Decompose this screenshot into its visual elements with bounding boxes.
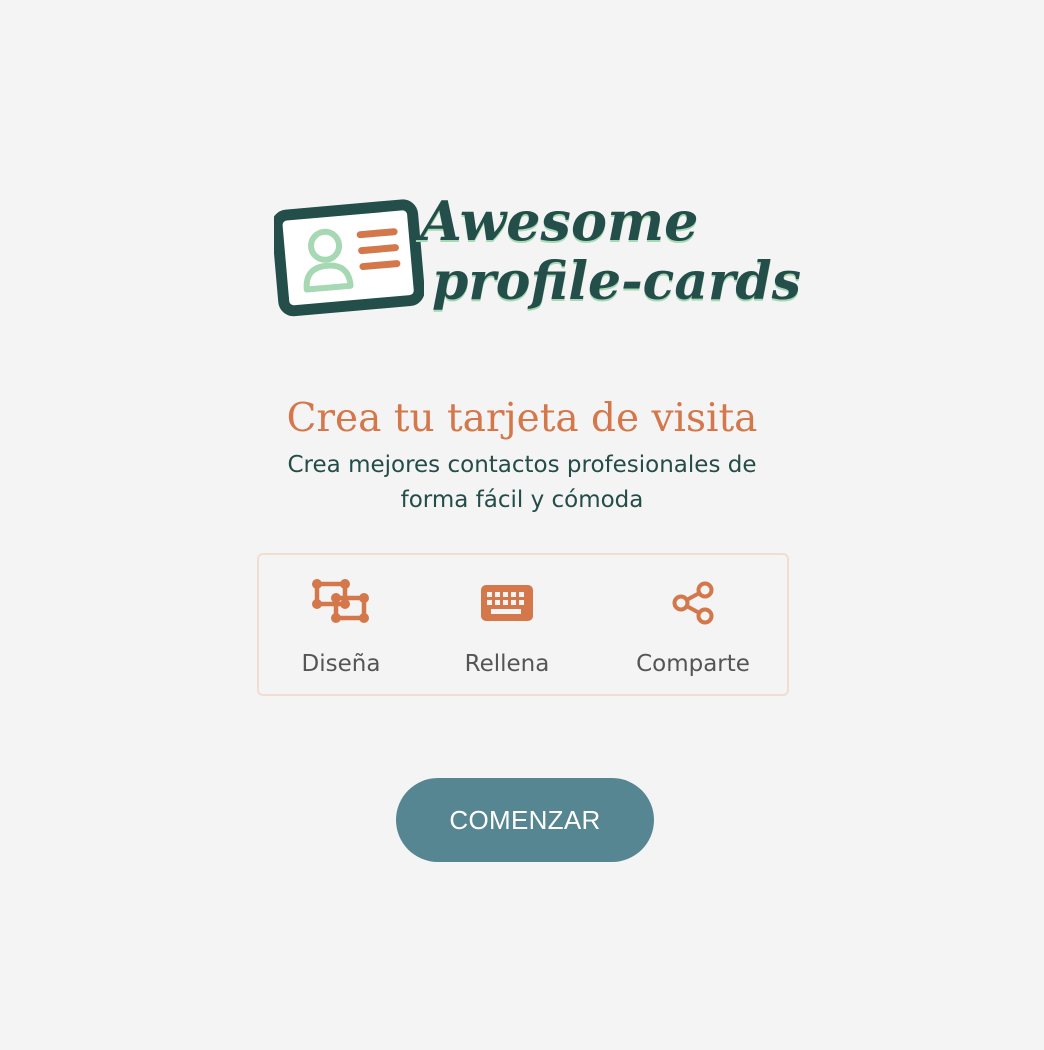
feature-label-share: Comparte (636, 651, 750, 677)
design-shapes-icon (312, 579, 370, 629)
app-logo: Awesome profile-cards (274, 189, 801, 326)
feature-design: Diseña (281, 555, 401, 694)
page-title: Crea tu tarjeta de visita (286, 396, 758, 441)
features-panel: Diseña Rellena Comparte (257, 553, 789, 696)
feature-share: Comparte (619, 555, 767, 694)
page-subtitle: Crea mejores contactos profesionales de … (287, 452, 757, 513)
start-button[interactable]: COMENZAR (396, 778, 654, 862)
id-card-logo-icon (274, 199, 424, 317)
feature-label-design: Diseña (301, 651, 381, 677)
feature-label-fill: Rellena (464, 651, 550, 677)
feature-fill: Rellena (447, 555, 567, 694)
keyboard-icon (481, 585, 533, 625)
share-icon (671, 581, 715, 629)
logo-text-line1: Awesome (420, 189, 699, 253)
logo-text-line2: profile-cards (432, 251, 802, 312)
